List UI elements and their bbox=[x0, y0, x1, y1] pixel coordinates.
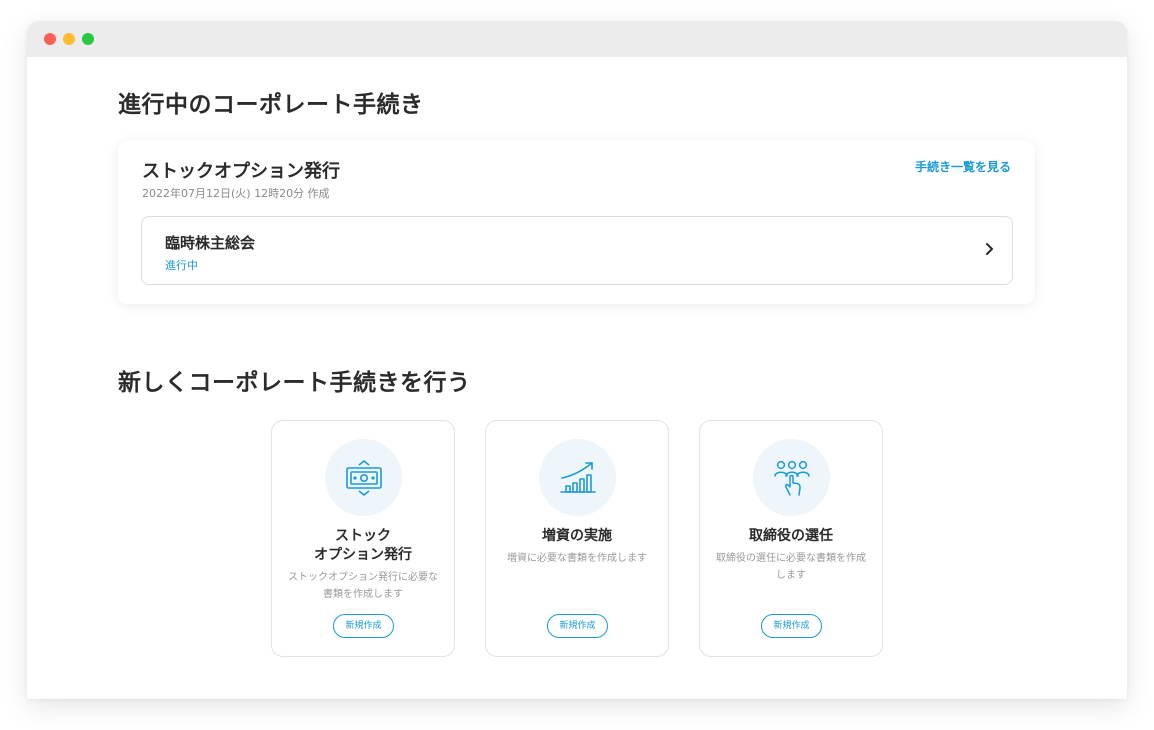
card-description: 増資に必要な書類を作成します bbox=[507, 553, 647, 564]
card-title: 取締役の選任 bbox=[749, 528, 833, 544]
icon-circle bbox=[539, 439, 616, 516]
director-appointment-card: 取締役の選任 取締役の選任に必要な書類を作成します 新規作成 bbox=[699, 420, 883, 657]
step-name: 臨時株主総会 bbox=[165, 234, 256, 252]
card-title: ストック オプション発行 bbox=[314, 528, 412, 563]
ongoing-procedure-card: ストックオプション発行 2022年07月12日(火) 12時20分 作成 手続き… bbox=[118, 140, 1035, 304]
new-create-button[interactable]: 新規作成 bbox=[761, 614, 822, 638]
procedure-list-link[interactable]: 手続き一覧を見る bbox=[915, 158, 1011, 175]
ongoing-section-title: 進行中のコーポレート手続き bbox=[118, 92, 424, 118]
icon-circle bbox=[325, 439, 402, 516]
people-select-icon bbox=[773, 460, 810, 496]
chevron-right-icon bbox=[986, 243, 993, 255]
card-description: 取締役の選任に必要な書類を作成します bbox=[716, 553, 866, 581]
close-window-dot[interactable] bbox=[44, 33, 56, 45]
window-titlebar bbox=[27, 21, 1127, 57]
money-exchange-icon bbox=[345, 459, 382, 496]
minimize-window-dot[interactable] bbox=[63, 33, 75, 45]
card-description: ストックオプション発行に必要な書類を作成します bbox=[288, 572, 438, 600]
maximize-window-dot[interactable] bbox=[82, 33, 94, 45]
procedure-step-item[interactable]: 臨時株主総会 進行中 bbox=[141, 216, 1013, 285]
growth-chart-icon bbox=[559, 461, 596, 493]
page-content: 進行中のコーポレート手続き ストックオプション発行 2022年07月12日(火)… bbox=[27, 57, 1127, 699]
stock-option-card: ストック オプション発行 ストックオプション発行に必要な書類を作成します 新規作… bbox=[271, 420, 455, 657]
step-status: 進行中 bbox=[165, 259, 198, 272]
card-title: 増資の実施 bbox=[542, 528, 612, 544]
browser-window: 進行中のコーポレート手続き ストックオプション発行 2022年07月12日(火)… bbox=[27, 21, 1127, 699]
capital-increase-card: 増資の実施 増資に必要な書類を作成します 新規作成 bbox=[485, 420, 669, 657]
procedure-created-date: 2022年07月12日(火) 12時20分 作成 bbox=[142, 187, 330, 200]
new-create-button[interactable]: 新規作成 bbox=[547, 614, 608, 638]
new-section-title: 新しくコーポレート手続きを行う bbox=[118, 370, 471, 396]
new-create-button[interactable]: 新規作成 bbox=[333, 614, 394, 638]
icon-circle bbox=[753, 439, 830, 516]
procedure-name: ストックオプション発行 bbox=[142, 161, 340, 182]
